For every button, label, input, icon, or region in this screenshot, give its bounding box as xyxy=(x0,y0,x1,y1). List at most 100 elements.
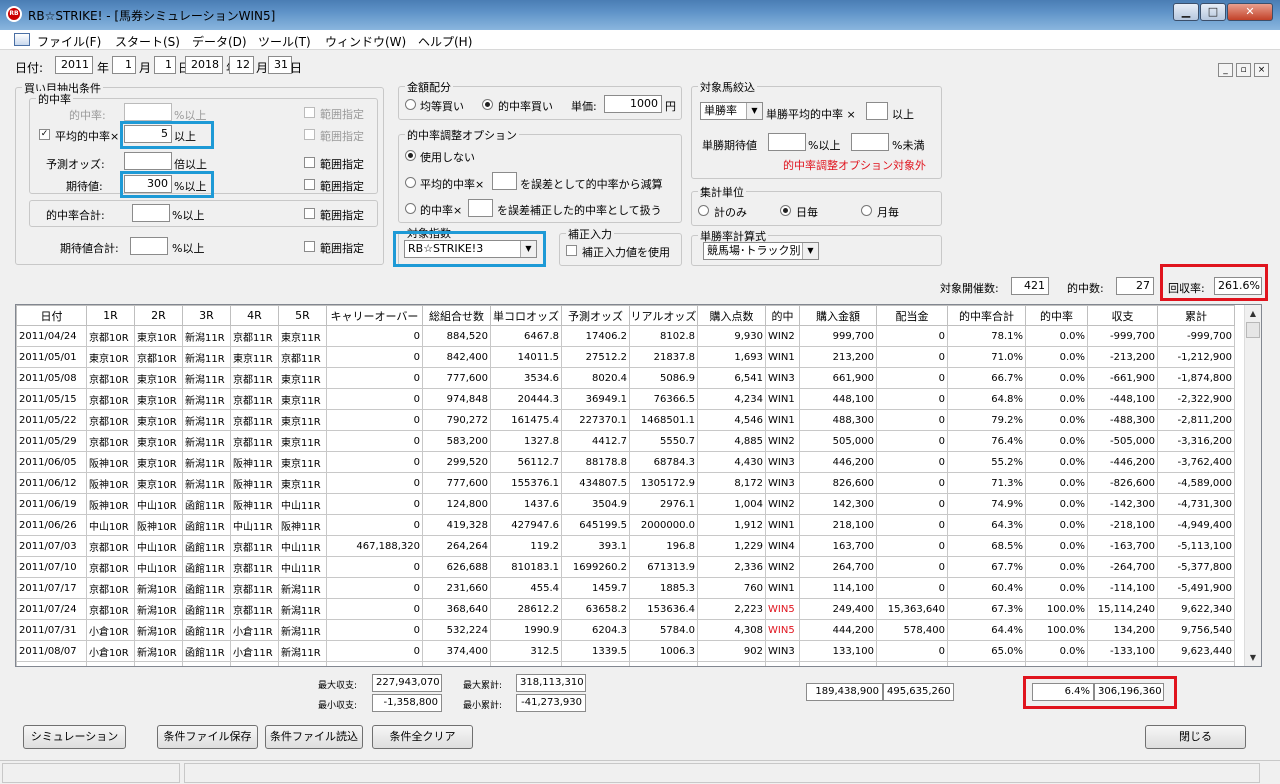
simulate-button[interactable]: シミュレーション xyxy=(23,725,126,749)
hit-sum-unit: %以上 xyxy=(172,209,205,222)
close-window-button[interactable]: ✕ xyxy=(1227,3,1273,21)
formula-select[interactable]: 競馬場･トラック別 ▼ xyxy=(703,242,819,260)
column-header[interactable]: 購入点数 xyxy=(697,305,766,326)
hit-sum-input[interactable] xyxy=(132,204,170,222)
agg-daily-radio[interactable] xyxy=(780,205,791,216)
agg-monthly-label: 月毎 xyxy=(877,206,899,219)
table-row[interactable]: 2011/08/07 小倉10R 新潟10R 函館11R 小倉11R 新潟11R 0 374,… xyxy=(16,640,1235,662)
range-label: 範囲指定 xyxy=(320,180,364,193)
save-conditions-button[interactable]: 条件ファイル保存 xyxy=(157,725,258,749)
to-year-input[interactable]: 2018 xyxy=(185,56,223,74)
menu-file[interactable]: ファイル(F) xyxy=(37,33,101,50)
adjust-hit-input[interactable] xyxy=(468,199,493,217)
vertical-scrollbar[interactable]: ▲ ▼ xyxy=(1244,305,1261,666)
column-header[interactable]: 4R xyxy=(230,305,279,326)
to-day-input[interactable]: 31 xyxy=(268,56,292,74)
table-row[interactable]: 2011/05/22 京都10R 東京10R 新潟11R 京都11R 東京11R 0 790,… xyxy=(16,409,1235,431)
clear-conditions-button[interactable]: 条件全クリア xyxy=(372,725,473,749)
hit-buy-radio[interactable] xyxy=(482,99,493,110)
column-header[interactable]: 総組合せ数 xyxy=(422,305,491,326)
avg-hit-range-checkbox[interactable] xyxy=(304,129,315,140)
adjust-avg-input[interactable] xyxy=(492,172,517,190)
table-row[interactable]: 2011/05/15 京都10R 東京10R 新潟11R 京都11R 東京11R 0 974,… xyxy=(16,388,1235,410)
table-row[interactable]: 2011/07/24 京都10R 新潟10R 函館11R 京都11R 新潟11R 0 368,… xyxy=(16,598,1235,620)
column-header[interactable]: 購入金額 xyxy=(799,305,877,326)
horse-filter-select[interactable]: 単勝率 ▼ xyxy=(700,102,763,120)
from-month-input[interactable]: 1 xyxy=(112,56,136,74)
to-month-input[interactable]: 12 xyxy=(229,56,254,74)
table-row[interactable]: 2011/07/31 小倉10R 新潟10R 函館11R 小倉11R 新潟11R 0 532,… xyxy=(16,619,1235,641)
mdi-restore-button[interactable]: ▫ xyxy=(1236,63,1251,77)
win-avg-input[interactable] xyxy=(866,102,888,120)
odds-input[interactable] xyxy=(124,152,172,170)
adjust-hit-radio[interactable] xyxy=(405,203,416,214)
minimize-button[interactable]: ▁ xyxy=(1173,3,1199,21)
scroll-up-icon[interactable]: ▲ xyxy=(1245,305,1261,322)
column-header[interactable]: 5R xyxy=(278,305,327,326)
ev-range-checkbox[interactable] xyxy=(304,179,315,190)
table-row[interactable]: 2011/05/29 京都10R 東京10R 新潟11R 京都11R 東京11R 0 583,… xyxy=(16,430,1235,452)
table-cell: 1339.5 xyxy=(561,640,630,662)
table-cell: 427947.6 xyxy=(490,514,562,536)
column-header[interactable]: 的中 xyxy=(765,305,800,326)
column-header[interactable]: リアルオッズ xyxy=(629,305,698,326)
hit-sum-range-checkbox[interactable] xyxy=(304,208,315,219)
table-row[interactable]: 2011/06/12 阪神10R 東京10R 新潟11R 阪神11R 東京11R 0 777,… xyxy=(16,472,1235,494)
table-row[interactable]: 2011/06/05 阪神10R 東京10R 新潟11R 阪神11R 東京11R 0 299,… xyxy=(16,451,1235,473)
column-header[interactable]: キャリーオーバー xyxy=(326,305,423,326)
menu-tools[interactable]: ツール(T) xyxy=(258,33,311,50)
adjust-none-radio[interactable] xyxy=(405,150,416,161)
chevron-down-icon[interactable]: ▼ xyxy=(802,243,818,259)
column-header[interactable]: 日付 xyxy=(16,305,87,326)
odds-range-checkbox[interactable] xyxy=(304,157,315,168)
win-ev-min-input[interactable] xyxy=(768,133,806,151)
load-conditions-button[interactable]: 条件ファイル読込 xyxy=(265,725,363,749)
agg-total-radio[interactable] xyxy=(698,205,709,216)
column-header[interactable]: 的中率合計 xyxy=(947,305,1026,326)
close-button[interactable]: 閉じる xyxy=(1145,725,1246,749)
table-row[interactable]: 2011/05/08 京都10R 東京10R 新潟11R 京都11R 東京11R 0 777,… xyxy=(16,367,1235,389)
column-header[interactable]: 収支 xyxy=(1087,305,1158,326)
table-row[interactable]: 2011/07/17 京都10R 新潟10R 函館11R 京都11R 新潟11R 0 231,… xyxy=(16,577,1235,599)
table-row[interactable]: 2011/06/26 中山10R 阪神10R 函館11R 中山11R 阪神11R 0 419,… xyxy=(16,514,1235,536)
column-header[interactable]: 累計 xyxy=(1157,305,1235,326)
column-header[interactable]: 単コロオッズ xyxy=(490,305,562,326)
menu-help[interactable]: ヘルプ(H) xyxy=(418,33,472,50)
table-row[interactable]: 2011/04/24 京都10R 東京10R 新潟11R 京都11R 東京11R 0 884,… xyxy=(16,325,1235,347)
column-header[interactable]: 2R xyxy=(134,305,183,326)
chevron-down-icon[interactable]: ▼ xyxy=(746,103,762,119)
scroll-down-icon[interactable]: ▼ xyxy=(1245,649,1261,666)
menu-start[interactable]: スタート(S) xyxy=(115,33,180,50)
hit-rate-range-checkbox[interactable] xyxy=(304,107,315,118)
table-row[interactable]: 2011/07/03 京都10R 中山10R 函館11R 京都11R 中山11R 467,1… xyxy=(16,535,1235,557)
avg-hit-checkbox[interactable]: ✓ xyxy=(39,129,50,140)
from-year-input[interactable]: 2011 xyxy=(55,56,93,74)
menu-data[interactable]: データ(D) xyxy=(192,33,247,50)
adjust-avg-radio[interactable] xyxy=(405,177,416,188)
agg-monthly-radio[interactable] xyxy=(861,205,872,216)
ev-sum-input[interactable] xyxy=(130,237,168,255)
ev-sum-range-checkbox[interactable] xyxy=(304,241,315,252)
table-row[interactable]: 2011/08/14小倉10R新潟10R札幌11R小倉11R新潟11R0504,… xyxy=(16,661,1235,666)
hit-rate-input[interactable] xyxy=(124,103,172,121)
range-label: 範囲指定 xyxy=(320,158,364,171)
table-row[interactable]: 2011/06/19 阪神10R 中山10R 函館11R 阪神11R 中山11R 0 124,… xyxy=(16,493,1235,515)
scroll-thumb[interactable] xyxy=(1246,322,1260,338)
column-header[interactable]: 3R xyxy=(182,305,231,326)
maximize-button[interactable]: □ xyxy=(1200,3,1226,21)
win-ev-max-input[interactable] xyxy=(851,133,889,151)
correction-checkbox[interactable] xyxy=(566,245,577,256)
results-table[interactable]: 日付 1R 2R 3R 4R 5R キャリーオーバー 総組合せ数 単コロオッズ 予測オッズ リアルオ… xyxy=(15,304,1262,667)
column-header[interactable]: 予測オッズ xyxy=(561,305,630,326)
unit-price-input[interactable]: 1000 xyxy=(604,95,662,113)
column-header[interactable]: 1R xyxy=(86,305,135,326)
column-header[interactable]: 的中率 xyxy=(1025,305,1088,326)
table-row[interactable]: 2011/05/01 東京10R 京都10R 新潟11R 東京11R 京都11R 0 842,… xyxy=(16,346,1235,368)
from-day-input[interactable]: 1 xyxy=(154,56,176,74)
mdi-close-button[interactable]: × xyxy=(1254,63,1269,77)
equal-buy-radio[interactable] xyxy=(405,99,416,110)
mdi-minimize-button[interactable]: _ xyxy=(1218,63,1233,77)
menu-window[interactable]: ウィンドウ(W) xyxy=(325,33,406,50)
column-header[interactable]: 配当金 xyxy=(876,305,948,326)
table-row[interactable]: 2011/07/10 京都10R 中山10R 函館11R 京都11R 中山11R 0 626,… xyxy=(16,556,1235,578)
